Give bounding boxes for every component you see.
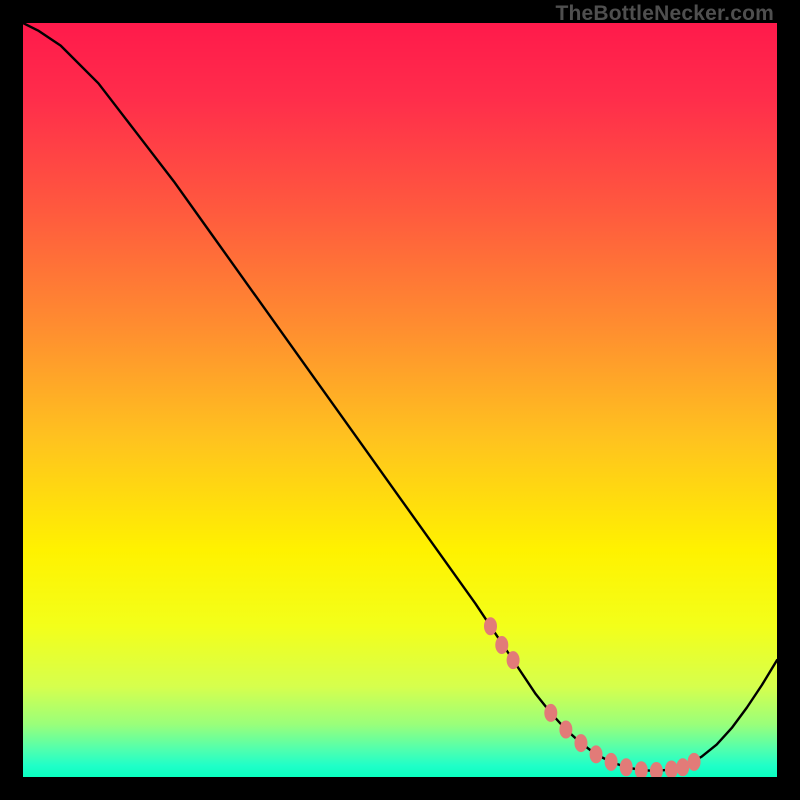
curve-marker [574,734,587,752]
curve-marker [507,651,520,669]
curve-marker [688,753,701,771]
bottleneck-chart [23,23,777,777]
curve-marker [484,617,497,635]
curve-marker [605,753,618,771]
curve-marker [495,636,508,654]
watermark-text: TheBottleNecker.com [555,2,774,26]
curve-marker [620,758,633,776]
curve-marker [544,704,557,722]
gradient-background [23,23,777,777]
chart-frame [23,23,777,777]
curve-marker [559,721,572,739]
curve-marker [590,745,603,763]
curve-marker [676,758,689,776]
